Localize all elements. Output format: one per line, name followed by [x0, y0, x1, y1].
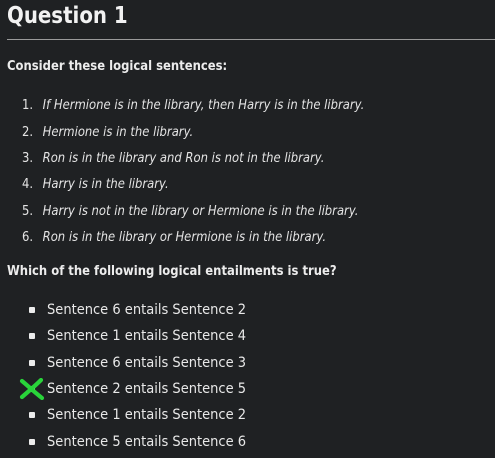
sentence-number: 5. [22, 202, 34, 219]
sentence-item: 3. Ron is in the library and Ron is not … [22, 145, 364, 171]
sentence-number: 3. [22, 149, 34, 166]
option-label: Sentence 2 entails Sentence 5 [47, 381, 247, 398]
answer-options: Sentence 6 entails Sentence 2 Sentence 1… [19, 297, 268, 455]
sentence-item: 5. Harry is not in the library or Hermio… [22, 198, 364, 224]
sentence-text: Hermione is in the library. [42, 123, 194, 140]
sentence-text: Harry is not in the library or Hermione … [42, 202, 359, 219]
bullet-icon [29, 307, 35, 314]
sentence-text: Ron is in the library or Hermione is in … [42, 229, 327, 246]
option-label: Sentence 1 entails Sentence 4 [47, 328, 247, 345]
sentence-item: 4. Harry is in the library. [22, 171, 364, 197]
title-divider [7, 39, 495, 40]
bullet-icon [29, 412, 35, 419]
sentence-text: Harry is in the library. [42, 176, 169, 193]
option-label: Sentence 6 entails Sentence 2 [47, 302, 247, 319]
sentence-item: 2. Hermione is in the library. [22, 118, 364, 144]
answer-option[interactable]: Sentence 1 entails Sentence 2 [26, 402, 268, 428]
sentence-list: 1. If Hermione is in the library, then H… [22, 92, 420, 250]
sentence-number: 1. [22, 97, 34, 114]
sentence-text: Ron is in the library and Ron is not in … [42, 149, 325, 166]
bullet-icon [29, 333, 35, 340]
options-prompt: Which of the following logical entailmen… [7, 263, 337, 279]
answer-option[interactable]: Sentence 6 entails Sentence 3 [26, 350, 268, 376]
option-label: Sentence 5 entails Sentence 6 [47, 433, 247, 450]
sentence-text: If Hermione is in the library, then Harr… [42, 97, 365, 114]
sentence-number: 2. [22, 123, 34, 140]
bullet-icon [29, 438, 35, 445]
sentence-item: 1. If Hermione is in the library, then H… [22, 92, 364, 118]
sentences-prompt: Consider these logical sentences: [7, 58, 228, 74]
option-label: Sentence 6 entails Sentence 3 [47, 354, 247, 371]
answer-option-marked[interactable]: Sentence 2 entails Sentence 5 [19, 376, 268, 402]
answer-option[interactable]: Sentence 5 entails Sentence 6 [26, 428, 268, 454]
answer-option[interactable]: Sentence 1 entails Sentence 4 [26, 323, 268, 349]
sentence-number: 6. [22, 229, 34, 246]
sentence-item: 6. Ron is in the library or Hermione is … [22, 224, 364, 250]
sentence-number: 4. [22, 176, 34, 193]
page-title: Question 1 [7, 3, 128, 29]
green-x-mark-icon [19, 377, 45, 400]
answer-option[interactable]: Sentence 6 entails Sentence 2 [26, 297, 268, 323]
option-label: Sentence 1 entails Sentence 2 [47, 407, 247, 424]
bullet-icon [29, 359, 35, 366]
question-page: Question 1 Consider these logical senten… [0, 0, 495, 458]
